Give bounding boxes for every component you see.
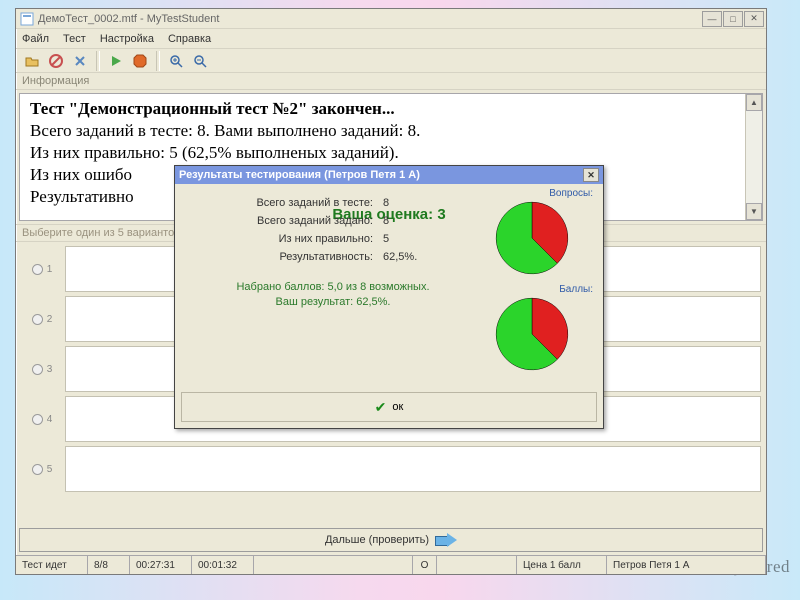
tools-icon[interactable]	[70, 51, 90, 71]
radio-1[interactable]	[32, 264, 43, 275]
stat-correct-val: 5	[383, 233, 423, 245]
zoom-out-icon[interactable]	[190, 51, 210, 71]
ok-panel: ✔ ок	[181, 392, 597, 422]
answer-number: 4	[47, 414, 53, 425]
minimize-button[interactable]: —	[702, 11, 722, 27]
info-line-2: Всего заданий в тесте: 8. Вами выполнено…	[30, 120, 742, 142]
status-spacer	[254, 556, 413, 574]
scroll-up-icon[interactable]: ▲	[746, 94, 762, 111]
info-line-1: Тест "Демонстрационный тест №2" закончен…	[30, 98, 742, 120]
maximize-button[interactable]: □	[723, 11, 743, 27]
pie2-label: Баллы:	[493, 284, 593, 295]
dialog-titlebar[interactable]: Результаты тестирования (Петров Петя 1 А…	[175, 166, 603, 184]
stat-correct-label: Из них правильно:	[183, 233, 383, 245]
info-line-3: Из них правильно: 5 (62,5% выполненых за…	[30, 142, 742, 164]
results-dialog: Результаты тестирования (Петров Петя 1 А…	[174, 165, 604, 429]
close-button[interactable]: ✕	[744, 11, 764, 27]
zoom-in-icon[interactable]	[166, 51, 186, 71]
toolbar	[16, 49, 766, 73]
menubar: Файл Тест Настройка Справка	[16, 29, 766, 49]
score-line-1: Набрано баллов: 5,0 из 8 возможных.	[183, 280, 483, 295]
ok-button[interactable]: ✔ ок	[365, 397, 414, 418]
radio-4[interactable]	[32, 414, 43, 425]
toolbar-separator	[96, 51, 100, 71]
answer-row: 5	[19, 444, 763, 494]
answer-text-5[interactable]	[65, 446, 761, 492]
stats-block: Всего заданий в тесте:8 Всего заданий за…	[183, 194, 483, 310]
pie-charts: Вопросы: Баллы:	[493, 188, 593, 380]
ok-label: ок	[392, 401, 403, 413]
status-elapsed: 00:27:31	[130, 556, 192, 574]
next-label: Дальше (проверить)	[325, 534, 429, 546]
status-spacer2	[437, 556, 517, 574]
answer-number: 2	[47, 314, 53, 325]
answer-number: 3	[47, 364, 53, 375]
status-state: Тест идет	[16, 556, 88, 574]
open-icon[interactable]	[22, 51, 42, 71]
status-progress: 8/8	[88, 556, 130, 574]
radio-5[interactable]	[32, 464, 43, 475]
info-header: Информация	[16, 73, 766, 90]
play-icon[interactable]	[106, 51, 126, 71]
scrollbar[interactable]: ▲ ▼	[745, 94, 762, 220]
status-user: Петров Петя 1 А	[607, 556, 766, 574]
radio-3[interactable]	[32, 364, 43, 375]
status-tasktime: 00:01:32	[192, 556, 254, 574]
dialog-close-button[interactable]: ✕	[583, 168, 599, 182]
stat-total-val: 8	[383, 197, 423, 209]
pie-chart-questions	[493, 199, 571, 277]
score-line-2: Ваш результат: 62,5%.	[183, 295, 483, 310]
stat-given-val: 8	[383, 215, 423, 227]
status-flag: О	[413, 556, 437, 574]
statusbar: Тест идет 8/8 00:27:31 00:01:32 О Цена 1…	[16, 555, 766, 574]
menu-file[interactable]: Файл	[22, 33, 49, 45]
stat-given-label: Всего заданий задано:	[183, 215, 383, 227]
check-icon: ✔	[375, 399, 387, 416]
stat-result-label: Результативность:	[183, 251, 383, 263]
radio-2[interactable]	[32, 314, 43, 325]
answer-number: 1	[47, 264, 53, 275]
score-text: Набрано баллов: 5,0 из 8 возможных. Ваш …	[183, 280, 483, 310]
next-button[interactable]: Дальше (проверить)	[19, 528, 763, 552]
dialog-title: Результаты тестирования (Петров Петя 1 А…	[179, 169, 583, 181]
stat-result-val: 62,5%.	[383, 251, 443, 263]
menu-test[interactable]: Тест	[63, 33, 86, 45]
stat-total-label: Всего заданий в тесте:	[183, 197, 383, 209]
pie-chart-score	[493, 295, 571, 373]
status-price: Цена 1 балл	[517, 556, 607, 574]
menu-help[interactable]: Справка	[168, 33, 211, 45]
app-icon	[20, 12, 34, 26]
stop-icon[interactable]	[130, 51, 150, 71]
toolbar-separator	[156, 51, 160, 71]
menu-settings[interactable]: Настройка	[100, 33, 154, 45]
scroll-down-icon[interactable]: ▼	[746, 203, 762, 220]
titlebar: ДемоТест_0002.mtf - MyTestStudent — □ ✕	[16, 9, 766, 29]
pie1-label: Вопросы:	[493, 188, 593, 199]
blocked-icon[interactable]	[46, 51, 66, 71]
window-title: ДемоТест_0002.mtf - MyTestStudent	[38, 13, 701, 25]
arrow-right-icon	[435, 533, 457, 547]
answer-number: 5	[47, 464, 53, 475]
